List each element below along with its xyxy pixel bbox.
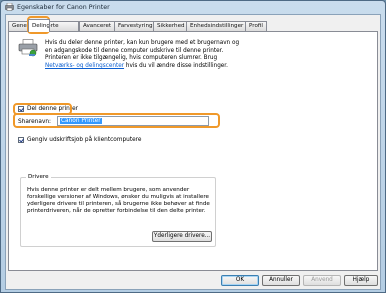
drivers-text-line-2: forskellige versioner af Windows, ønsker…	[27, 193, 209, 200]
sharing-info: Hvis du deler denne printer, kan kun bru…	[45, 40, 345, 70]
tab-deling[interactable]: Deling	[28, 19, 50, 32]
drivers-description: Hvis denne printer er delt mellem bruger…	[27, 187, 212, 215]
drivers-group: Drivere Hvis denne printer er delt melle…	[20, 174, 216, 247]
tab-profil[interactable]: Profil	[245, 21, 267, 31]
render-on-client-checkbox[interactable]	[18, 137, 24, 143]
render-on-client-option[interactable]: Gengiv udskriftsjob på klientcomputere	[18, 137, 142, 143]
dialog-client: Generelt Deling Porte Avanceret Farvesty…	[5, 14, 381, 290]
render-on-client-label: Gengiv udskriftsjob på klientcomputere	[27, 137, 142, 143]
share-printer-option[interactable]: Del denne printer	[18, 106, 78, 112]
network-center-link[interactable]: Netværks- og delingscenter	[45, 63, 124, 69]
tab-avanceret[interactable]: Avanceret	[79, 21, 115, 31]
ok-button[interactable]: OK	[221, 275, 259, 286]
tab-porte[interactable]: Porte	[49, 21, 79, 31]
drivers-text-line-3: yderligere drivere til printeren, så bru…	[27, 200, 210, 207]
share-printer-label: Del denne printer	[27, 106, 79, 112]
sharename-value: Canon Printer	[60, 118, 102, 124]
tab-sikkerhed[interactable]: Sikkerhed	[153, 21, 187, 31]
sharename-input[interactable]: Canon Printer	[57, 116, 209, 126]
window-title: Egenskaber for Canon Printer	[17, 4, 110, 11]
tab-enhedsindstillinger[interactable]: Enhedsindstillinger	[186, 21, 246, 31]
cancel-button[interactable]: Annuller	[262, 275, 300, 286]
info-line-4-rest: hvis du vil ændre disse indstillinger.	[124, 62, 228, 69]
info-line-1: Hvis du deler denne printer, kan kun bru…	[45, 40, 240, 46]
properties-window: Egenskaber for Canon Printer Generelt De…	[0, 0, 386, 293]
tab-generelt[interactable]: Generelt	[8, 21, 29, 31]
info-line-2: en adgangskode til denne computer udskri…	[45, 47, 224, 54]
tab-farvestyring[interactable]: Farvestyring	[114, 21, 154, 31]
sharename-label: Sharenavn:	[18, 119, 52, 125]
drivers-group-title: Drivere	[26, 174, 51, 180]
additional-drivers-button[interactable]: Yderligere drivere...	[152, 231, 212, 242]
drivers-text-line-4: printerdriveren, når de opretter forbind…	[27, 207, 206, 214]
share-printer-checkbox[interactable]	[18, 106, 24, 112]
info-line-3: Printeren er ikke tilgængelig, hvis comp…	[45, 55, 218, 62]
help-button[interactable]: Hjælp	[344, 275, 378, 286]
shared-printer-icon	[18, 39, 38, 57]
title-bar[interactable]: Egenskaber for Canon Printer	[1, 1, 385, 14]
printer-icon	[5, 3, 14, 11]
info-line-4: Netværks- og delingscenter hvis du vil æ…	[45, 63, 345, 71]
sharing-panel: Hvis du deler denne printer, kan kun bru…	[8, 31, 378, 271]
apply-button[interactable]: Anvend	[303, 275, 341, 286]
drivers-text-line-1: Hvis denne printer er delt mellem bruger…	[27, 187, 190, 193]
